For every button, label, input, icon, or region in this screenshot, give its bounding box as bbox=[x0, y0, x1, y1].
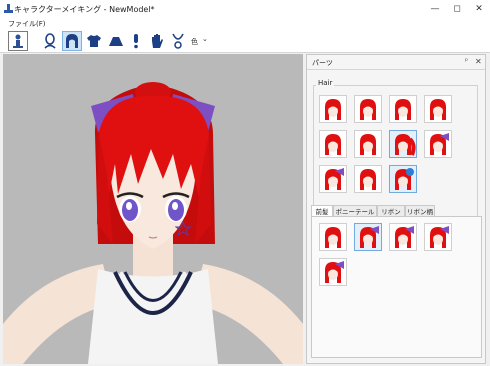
hair-icon bbox=[66, 34, 78, 48]
tool-skirt[interactable] bbox=[106, 31, 126, 51]
necklace-icon bbox=[172, 33, 184, 49]
hair-thumbnail-icon bbox=[360, 169, 376, 190]
tool-hand[interactable] bbox=[147, 31, 167, 51]
tool-necklace[interactable] bbox=[168, 31, 188, 51]
panel-title: パーツ bbox=[312, 59, 333, 67]
close-icon: ✕ bbox=[475, 4, 483, 14]
hair-group-label: Hair bbox=[316, 79, 335, 87]
hair-thumbnail-icon bbox=[360, 99, 376, 120]
minimize-button[interactable]: — bbox=[424, 0, 446, 18]
bangs-option[interactable] bbox=[319, 223, 347, 251]
panel-header: パーツ ᵖ ✕ bbox=[307, 55, 485, 70]
parts-panel: パーツ ᵖ ✕ Hair 前髪 ポニーテール リボン リボン柄 bbox=[306, 54, 486, 364]
hair-option[interactable] bbox=[389, 165, 417, 193]
bangs-option[interactable] bbox=[389, 223, 417, 251]
close-window-button[interactable]: ✕ bbox=[468, 0, 490, 18]
hair-option[interactable] bbox=[424, 95, 452, 123]
hair-thumbnail-icon bbox=[395, 168, 414, 190]
panel-close-icon[interactable]: ✕ bbox=[475, 57, 482, 66]
hair-thumbnail-icon bbox=[395, 99, 411, 120]
head-icon bbox=[44, 33, 56, 49]
accessory-icon bbox=[134, 34, 138, 49]
title-bar: キャラクターメイキング - NewModel* — ◻ ✕ bbox=[0, 0, 490, 19]
hair-option[interactable] bbox=[389, 130, 417, 158]
hair-thumbnail-icon bbox=[325, 168, 344, 190]
bangs-option[interactable] bbox=[319, 258, 347, 286]
character-viewport[interactable] bbox=[3, 54, 303, 364]
toolbar: 色 ⌄ bbox=[0, 30, 490, 53]
skirt-icon bbox=[109, 37, 123, 46]
character-model bbox=[3, 82, 303, 364]
hair-thumbnail-icon bbox=[395, 226, 414, 248]
hair-option[interactable] bbox=[319, 130, 347, 158]
maximize-icon: ◻ bbox=[453, 4, 461, 14]
color-label[interactable]: 色 bbox=[191, 37, 198, 47]
hair-option[interactable] bbox=[389, 95, 417, 123]
minimize-icon: — bbox=[430, 4, 440, 14]
color-dropdown[interactable]: ⌄ bbox=[202, 35, 208, 43]
tool-head[interactable] bbox=[40, 31, 60, 51]
hand-icon bbox=[152, 34, 163, 48]
menu-bar: ファイル(F) bbox=[0, 18, 490, 30]
hair-option[interactable] bbox=[319, 165, 347, 193]
hair-thumbnail-icon bbox=[430, 133, 449, 155]
tool-shirt[interactable] bbox=[84, 31, 104, 51]
tool-accessory[interactable] bbox=[126, 31, 146, 51]
hair-thumbnail-icon bbox=[430, 226, 449, 248]
hair-thumbnail-icon bbox=[430, 99, 446, 120]
hair-thumbnail-icon bbox=[325, 134, 341, 155]
menu-file[interactable]: ファイル(F) bbox=[8, 19, 46, 29]
hair-option[interactable] bbox=[424, 130, 452, 158]
pin-icon[interactable]: ᵖ bbox=[465, 57, 468, 65]
tool-hair[interactable] bbox=[62, 31, 82, 51]
hair-option[interactable] bbox=[354, 130, 382, 158]
hair-thumbnail-icon bbox=[325, 261, 344, 283]
shirt-icon bbox=[87, 35, 101, 47]
hair-option[interactable] bbox=[319, 95, 347, 123]
bangs-option[interactable] bbox=[354, 223, 382, 251]
maximize-button[interactable]: ◻ bbox=[446, 0, 468, 18]
hair-thumbnail-icon bbox=[360, 134, 376, 155]
app-icon bbox=[4, 4, 13, 13]
body-icon bbox=[10, 33, 26, 49]
hair-thumbnail-icon bbox=[360, 226, 379, 248]
tool-body[interactable] bbox=[8, 31, 28, 51]
window-title: キャラクターメイキング - NewModel* bbox=[14, 5, 155, 14]
bangs-option[interactable] bbox=[424, 223, 452, 251]
hair-thumbnail-icon bbox=[395, 134, 416, 156]
hair-thumbnail-icon bbox=[325, 99, 341, 120]
hair-option[interactable] bbox=[354, 95, 382, 123]
hair-thumbnail-icon bbox=[325, 227, 341, 248]
hair-option[interactable] bbox=[354, 165, 382, 193]
